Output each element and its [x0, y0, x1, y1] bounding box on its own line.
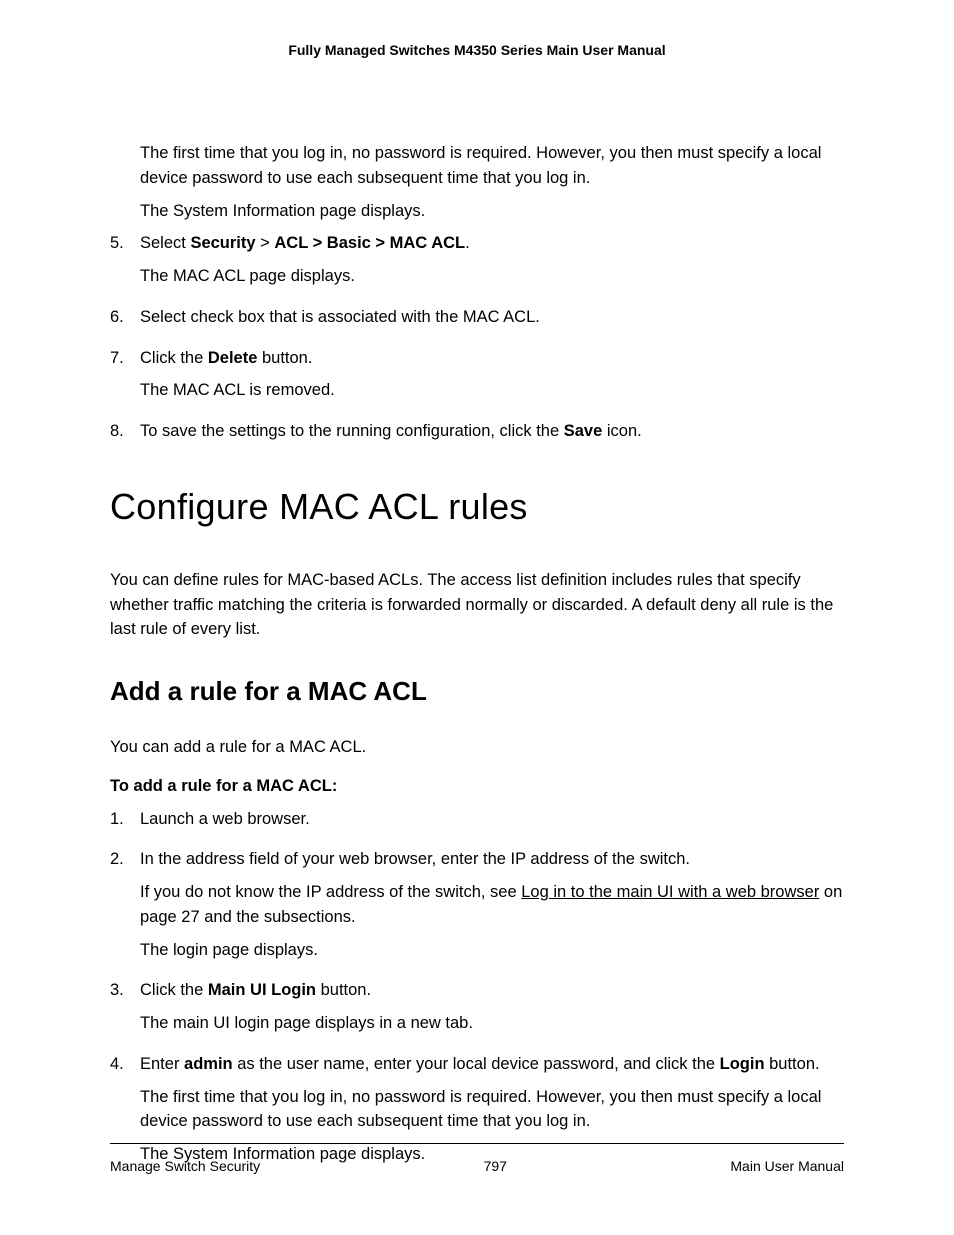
step-subtext: The MAC ACL page displays. [140, 264, 844, 289]
procedure-title: To add a rule for a MAC ACL: [110, 774, 844, 799]
continuation-para-2: The System Information page displays. [140, 199, 844, 224]
step-text: In the address field of your web browser… [140, 847, 844, 872]
step-text: Launch a web browser. [140, 807, 844, 832]
continuation-para-1: The first time that you log in, no passw… [140, 141, 844, 191]
step-number: 3. [110, 978, 140, 1044]
subsection-intro: You can add a rule for a MAC ACL. [110, 735, 844, 760]
step-8: 8. To save the settings to the running c… [110, 419, 844, 452]
footer-page-number: 797 [484, 1156, 507, 1177]
step-2: 2. In the address field of your web brow… [110, 847, 844, 970]
step-text: Click the Delete button. [140, 346, 844, 371]
subsection-heading: Add a rule for a MAC ACL [110, 672, 844, 711]
step-number: 6. [110, 305, 140, 338]
step-text: Click the Main UI Login button. [140, 978, 844, 1003]
document-header: Fully Managed Switches M4350 Series Main… [110, 40, 844, 61]
steps-list-procedure: 1. Launch a web browser. 2. In the addre… [110, 807, 844, 1175]
step-number: 2. [110, 847, 140, 970]
section-heading: Configure MAC ACL rules [110, 480, 844, 534]
step-text: To save the settings to the running conf… [140, 419, 844, 444]
page-footer: Manage Switch Security 797 Main User Man… [110, 1143, 844, 1177]
step-subtext: The MAC ACL is removed. [140, 378, 844, 403]
steps-list-top: 5. Select Security > ACL > Basic > MAC A… [110, 231, 844, 452]
step-number: 5. [110, 231, 140, 297]
step-subtext: If you do not know the IP address of the… [140, 880, 844, 930]
step-6: 6. Select check box that is associated w… [110, 305, 844, 338]
step-text: Enter admin as the user name, enter your… [140, 1052, 844, 1077]
step-subtext: The login page displays. [140, 938, 844, 963]
step-1: 1. Launch a web browser. [110, 807, 844, 840]
cross-reference-link[interactable]: Log in to the main UI with a web browser [521, 883, 819, 901]
step-3: 3. Click the Main UI Login button. The m… [110, 978, 844, 1044]
step-subtext: The main UI login page displays in a new… [140, 1011, 844, 1036]
step-number: 8. [110, 419, 140, 452]
step-number: 1. [110, 807, 140, 840]
footer-right: Main User Manual [730, 1156, 844, 1177]
footer-left: Manage Switch Security [110, 1156, 260, 1177]
step-text: Select Security > ACL > Basic > MAC ACL. [140, 231, 844, 256]
step-5: 5. Select Security > ACL > Basic > MAC A… [110, 231, 844, 297]
step-text: Select check box that is associated with… [140, 305, 844, 330]
step-7: 7. Click the Delete button. The MAC ACL … [110, 346, 844, 412]
step-subtext: The first time that you log in, no passw… [140, 1085, 844, 1135]
section-intro: You can define rules for MAC-based ACLs.… [110, 568, 844, 642]
step-number: 7. [110, 346, 140, 412]
